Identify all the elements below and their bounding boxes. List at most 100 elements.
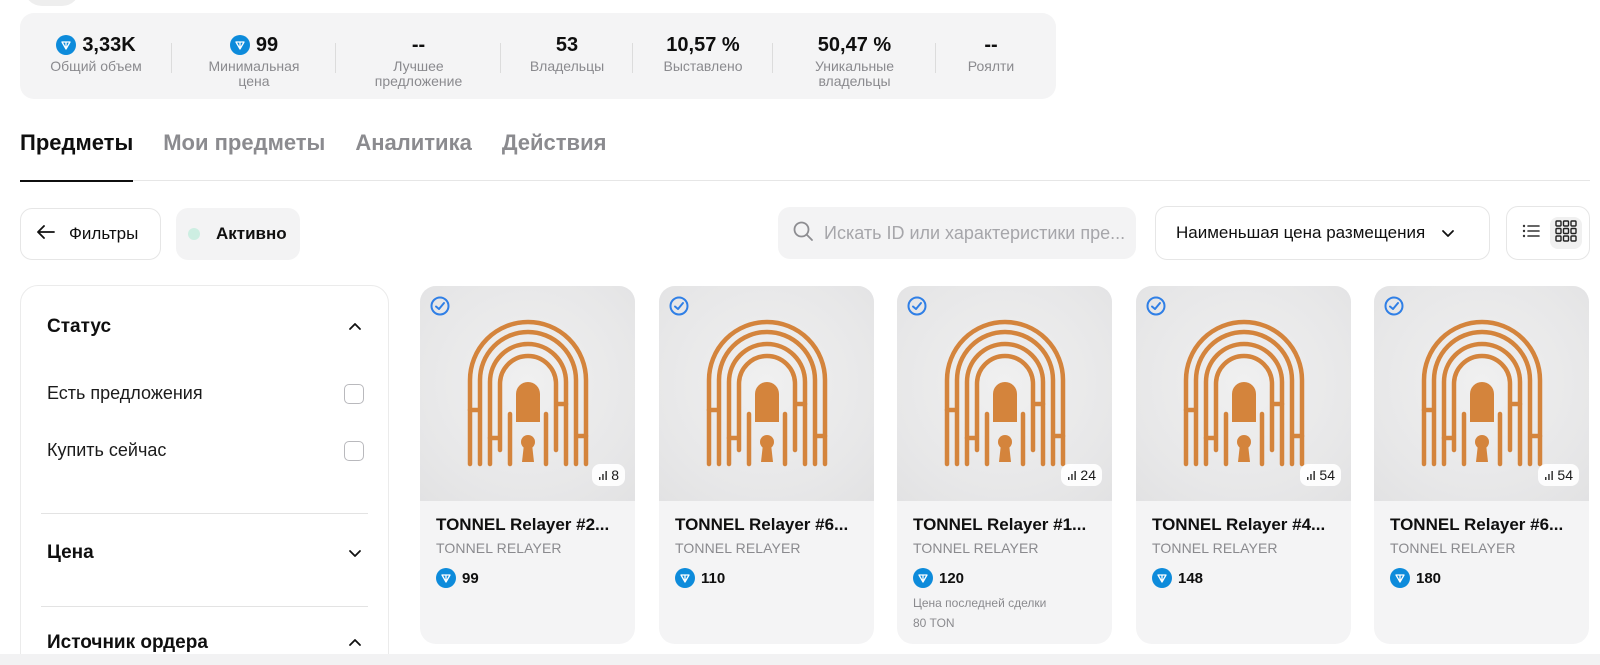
nft-title: TONNEL Relayer #6...	[1390, 515, 1564, 534]
status-title: Статус	[47, 316, 112, 337]
rarity-value: 8	[611, 467, 619, 483]
tab-analytics[interactable]: Аналитика	[355, 126, 471, 181]
filter-option-buy-now[interactable]: Купить сейчас	[47, 440, 364, 461]
stat-royalty: -- Роялти	[936, 33, 1046, 74]
search-box[interactable]	[778, 207, 1136, 259]
filters-button[interactable]: Фильтры	[20, 208, 161, 260]
chevron-down-icon	[348, 542, 362, 564]
grid-view-button[interactable]	[1549, 217, 1582, 249]
ton-icon	[675, 568, 695, 588]
order-source-section-header[interactable]: Источник ордера	[47, 632, 362, 654]
stat-value: 53	[555, 34, 579, 56]
nft-price: 120	[913, 568, 964, 588]
chevron-up-icon	[348, 316, 362, 338]
nft-collection: TONNEL RELAYER	[675, 540, 801, 556]
price-section-header[interactable]: Цена	[47, 542, 362, 564]
price-value: 99	[462, 569, 479, 587]
active-filter-chip[interactable]: Активно	[176, 208, 300, 260]
price-value: 120	[939, 569, 965, 587]
arrow-left-icon	[37, 224, 55, 244]
sort-label: Наименьшая цена размещения	[1176, 223, 1426, 242]
nft-price: 99	[436, 568, 479, 588]
nft-collection: TONNEL RELAYER	[1152, 540, 1278, 556]
filters-sidebar: Статус Есть предложения Купить сейчас Це…	[20, 285, 389, 665]
filter-option-label: Есть предложения	[47, 383, 203, 403]
verified-icon	[1146, 296, 1166, 316]
stat-value: 10,57 %	[666, 34, 740, 56]
ton-icon	[1390, 568, 1410, 588]
stat-label: Лучшее предложение	[374, 58, 463, 89]
rarity-value: 54	[1557, 467, 1573, 483]
list-icon	[1522, 223, 1540, 244]
nft-collection: TONNEL RELAYER	[1390, 540, 1516, 556]
has-offers-checkbox[interactable]	[344, 383, 364, 404]
divider	[41, 606, 368, 607]
nft-image: 24	[897, 286, 1112, 501]
nft-card[interactable]: 54 TONNEL Relayer #6... TONNEL RELAYER 1…	[1374, 286, 1589, 644]
stat-value: 99	[255, 34, 279, 56]
rarity-badge: 8	[592, 464, 625, 486]
ton-icon	[913, 568, 933, 588]
fingerprint-lock-artwork	[1421, 319, 1543, 467]
fingerprint-lock-artwork	[944, 319, 1066, 467]
status-section-header[interactable]: Статус	[47, 316, 362, 338]
tab-items[interactable]: Предметы	[20, 126, 134, 182]
stat-total-volume: 3,33K Общий объем	[20, 33, 172, 74]
verified-icon	[1384, 296, 1404, 316]
nft-card[interactable]: 24 TONNEL Relayer #1... TONNEL RELAYER 1…	[897, 286, 1112, 644]
nft-card[interactable]: 8 TONNEL Relayer #2... TONNEL RELAYER 99	[420, 286, 635, 644]
price-value: 110	[701, 569, 726, 587]
price-title: Цена	[47, 542, 94, 563]
stat-value: --	[984, 34, 998, 56]
fingerprint-lock-artwork	[706, 319, 828, 467]
filters-label: Фильтры	[69, 224, 139, 243]
rarity-value: 54	[1319, 467, 1335, 483]
filter-option-label: Купить сейчас	[47, 440, 167, 460]
fingerprint-lock-artwork	[1183, 319, 1305, 467]
bottom-bar	[0, 654, 1600, 665]
verified-icon	[907, 296, 927, 316]
nft-price: 110	[675, 568, 725, 588]
sort-select[interactable]: Наименьшая цена размещения	[1155, 206, 1490, 260]
stat-label: Владельцы	[529, 58, 605, 74]
signal-bars-icon	[1544, 467, 1554, 483]
view-toggle	[1506, 206, 1590, 260]
rarity-value: 24	[1080, 467, 1096, 483]
nft-price: 148	[1152, 568, 1203, 588]
tab-activity[interactable]: Действия	[502, 126, 607, 181]
rarity-badge: 54	[1300, 464, 1341, 486]
nft-card[interactable]: TONNEL Relayer #6... TONNEL RELAYER 110	[659, 286, 874, 644]
buy-now-checkbox[interactable]	[344, 440, 364, 461]
last-sale-label: Цена последней сделки	[913, 596, 1047, 610]
collection-avatar	[24, 0, 80, 6]
order-source-title: Источник ордера	[47, 632, 208, 653]
stat-best-offer: -- Лучшее предложение	[336, 33, 501, 89]
stat-value: 50,47 %	[817, 34, 892, 56]
price-value: 180	[1416, 569, 1442, 587]
signal-bars-icon	[1306, 467, 1316, 483]
nft-collection: TONNEL RELAYER	[913, 540, 1039, 556]
nft-price: 180	[1390, 568, 1441, 588]
collection-stats: 3,33K Общий объем 99 Минимальная цена --…	[20, 13, 1056, 99]
verified-icon	[669, 296, 689, 316]
ton-icon	[229, 35, 250, 55]
filter-option-has-offers[interactable]: Есть предложения	[47, 383, 364, 404]
rarity-badge: 54	[1538, 464, 1579, 486]
tab-my-items[interactable]: Мои предметы	[163, 126, 325, 181]
stat-owners: 53 Владельцы	[501, 33, 633, 74]
ton-icon	[1152, 568, 1172, 588]
stat-value: --	[411, 34, 426, 56]
search-input[interactable]	[824, 222, 1124, 244]
stat-value: 3,33K	[82, 34, 136, 56]
nft-card[interactable]: 54 TONNEL Relayer #4... TONNEL RELAYER 1…	[1136, 286, 1351, 644]
nft-image: 8	[420, 286, 635, 501]
chevron-up-icon	[348, 632, 362, 654]
fingerprint-lock-artwork	[467, 319, 589, 467]
list-view-button[interactable]	[1515, 217, 1547, 249]
ton-icon	[56, 35, 77, 55]
nft-collection: TONNEL RELAYER	[436, 540, 562, 556]
ton-icon	[436, 568, 456, 588]
nft-title: TONNEL Relayer #2...	[436, 515, 610, 534]
nft-image: 54	[1374, 286, 1589, 501]
search-icon	[792, 220, 814, 247]
